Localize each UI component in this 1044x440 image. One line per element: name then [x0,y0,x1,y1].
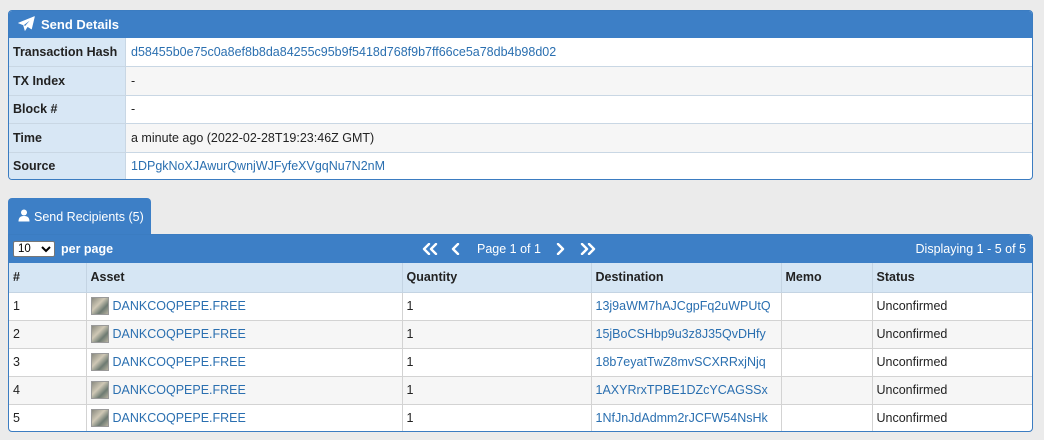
status-cell: Unconfirmed [872,319,1032,348]
paper-plane-icon [18,15,41,34]
details-row: Transaction Hash d58455b0e75c0a8ef8b8da8… [9,38,1032,67]
table-row: 5 DANKCOQPEPE.FREE 1 1NfJnJdAdmm2rJCFW54… [9,403,1032,431]
row-number: 2 [9,319,87,348]
destination-link[interactable]: 15jBoCSHbp9u3z8J35QvDHfy [596,327,766,341]
displaying-count: Displaying 1 - 5 of 5 [915,242,1026,256]
details-key: TX Index [9,67,126,95]
quantity-cell: 1 [402,291,592,320]
column-header-destination[interactable]: Destination [591,263,782,293]
asset-cell: DANKCOQPEPE.FREE [86,403,403,431]
row-number: 4 [9,375,87,404]
details-row: Source 1DPgkNoXJAwurQwnjWJFyfeXVgqNu7N2n… [9,151,1032,179]
recipients-table: # Asset Quantity Destination Memo Status… [9,263,1032,431]
destination-cell: 1NfJnJdAdmm2rJCFW54NsHk [591,403,782,431]
user-icon [18,209,34,225]
first-page-icon[interactable] [421,240,439,258]
row-number: 3 [9,347,87,376]
destination-cell: 13j9aWM7hAJCgpFq2uWPUtQ [591,291,782,320]
destination-link[interactable]: 1AXYRrxTPBE1DZcYCAGSSx [596,383,768,397]
destination-cell: 18b7eyatTwZ8mvSCXRRxjNjq [591,347,782,376]
last-page-icon[interactable] [579,240,597,258]
column-header-status[interactable]: Status [872,263,1032,293]
asset-cell: DANKCOQPEPE.FREE [86,291,403,320]
table-row: 1 DANKCOQPEPE.FREE 1 13j9aWM7hAJCgpFq2uW… [9,291,1032,320]
asset-link[interactable]: DANKCOQPEPE.FREE [113,383,246,397]
asset-link[interactable]: DANKCOQPEPE.FREE [113,299,246,313]
details-value: d58455b0e75c0a8ef8b8da84255c95b9f5418d76… [126,38,1032,66]
page-info: Page 1 of 1 [477,242,541,256]
send-details-title: Send Details [41,17,120,32]
details-key: Source [9,152,126,179]
send-recipients-panel: 10 per page Page 1 of 1 Displaying 1 - 5… [8,234,1033,432]
quantity-cell: 1 [402,347,592,376]
memo-cell [781,403,873,431]
details-key: Time [9,124,126,152]
asset-thumbnail [90,325,109,343]
memo-cell [781,319,873,348]
per-page-label: per page [61,242,114,256]
status-cell: Unconfirmed [872,291,1032,320]
details-key: Block # [9,95,126,124]
quantity-cell: 1 [402,403,592,431]
table-row: 4 DANKCOQPEPE.FREE 1 1AXYRrxTPBE1DZcYCAG… [9,375,1032,404]
table-row: 2 DANKCOQPEPE.FREE 1 15jBoCSHbp9u3z8J35Q… [9,319,1032,348]
table-header-row: # Asset Quantity Destination Memo Status [9,263,1032,293]
next-page-icon[interactable] [551,240,569,258]
details-value: - [126,67,1032,95]
pagination-bar: 10 per page Page 1 of 1 Displaying 1 - 5… [9,235,1032,263]
destination-link[interactable]: 13j9aWM7hAJCgpFq2uWPUtQ [596,299,771,313]
page-nav: Page 1 of 1 [421,235,597,263]
column-header-number[interactable]: # [9,263,87,293]
asset-cell: DANKCOQPEPE.FREE [86,319,403,348]
asset-cell: DANKCOQPEPE.FREE [86,375,403,404]
send-details-panel: Send Details Transaction Hash d58455b0e7… [8,10,1033,180]
asset-link[interactable]: DANKCOQPEPE.FREE [113,411,246,425]
asset-thumbnail [90,297,109,315]
memo-cell [781,347,873,376]
memo-cell [781,291,873,320]
details-value: a minute ago (2022-02-28T19:23:46Z GMT) [126,124,1032,152]
destination-link[interactable]: 1NfJnJdAdmm2rJCFW54NsHk [596,411,768,425]
asset-cell: DANKCOQPEPE.FREE [86,347,403,376]
row-number: 5 [9,403,87,431]
asset-link[interactable]: DANKCOQPEPE.FREE [113,355,246,369]
tab-send-recipients[interactable]: Send Recipients (5) [8,198,151,235]
memo-cell [781,375,873,404]
quantity-cell: 1 [402,375,592,404]
details-table: Transaction Hash d58455b0e75c0a8ef8b8da8… [9,38,1032,179]
column-header-asset[interactable]: Asset [86,263,403,293]
row-number: 1 [9,291,87,320]
details-value: - [131,102,136,117]
asset-thumbnail [90,353,109,371]
details-row: Block # - [9,94,1032,124]
prev-page-icon[interactable] [447,240,465,258]
details-value: 1DPgkNoXJAwurQwnjWJFyfeXVgqNu7N2nM [126,153,1032,179]
send-details-header: Send Details [9,11,1032,38]
asset-thumbnail [90,381,109,399]
source-address-link[interactable]: 1DPgkNoXJAwurQwnjWJFyfeXVgqNu7N2nM [131,159,385,173]
destination-link[interactable]: 18b7eyatTwZ8mvSCXRRxjNjq [596,355,766,369]
asset-thumbnail [90,409,109,428]
details-key: Transaction Hash [9,38,126,67]
details-row: TX Index - [9,66,1032,95]
quantity-cell: 1 [402,319,592,348]
per-page-select[interactable]: 10 [13,241,55,257]
destination-cell: 1AXYRrxTPBE1DZcYCAGSSx [591,375,782,404]
details-row: Time a minute ago (2022-02-28T19:23:46Z … [9,123,1032,152]
destination-cell: 15jBoCSHbp9u3z8J35QvDHfy [591,319,782,348]
tx-hash-link[interactable]: d58455b0e75c0a8ef8b8da84255c95b9f5418d76… [131,45,556,59]
status-cell: Unconfirmed [872,403,1032,431]
status-cell: Unconfirmed [872,375,1032,404]
column-header-quantity[interactable]: Quantity [402,263,592,293]
status-cell: Unconfirmed [872,347,1032,376]
tab-send-recipients-label: Send Recipients (5) [34,209,144,224]
table-row: 3 DANKCOQPEPE.FREE 1 18b7eyatTwZ8mvSCXRR… [9,347,1032,376]
asset-link[interactable]: DANKCOQPEPE.FREE [113,327,246,341]
column-header-memo[interactable]: Memo [781,263,873,293]
